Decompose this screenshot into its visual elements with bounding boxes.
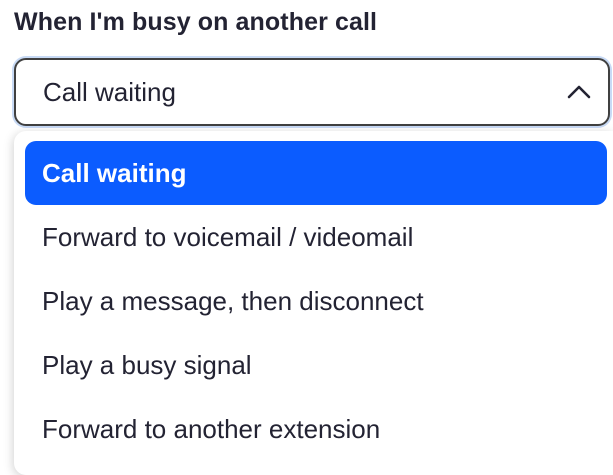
field-label: When I'm busy on another call	[14, 8, 378, 36]
option-forward-to-extension[interactable]: Forward to another extension	[25, 397, 607, 461]
busy-call-select[interactable]: Call waiting	[14, 58, 610, 126]
busy-call-setting: When I'm busy on another call Call waiti…	[0, 0, 613, 475]
option-label: Forward to another extension	[42, 414, 381, 444]
option-label: Play a message, then disconnect	[42, 286, 424, 316]
dropdown-menu: Call waiting Forward to voicemail / vide…	[14, 131, 613, 475]
option-call-waiting[interactable]: Call waiting	[25, 141, 607, 205]
select-current-value: Call waiting	[43, 77, 176, 107]
option-label: Play a busy signal	[42, 350, 252, 380]
chevron-up-icon	[567, 85, 591, 99]
option-label: Forward to voicemail / videomail	[42, 222, 414, 252]
option-play-busy-signal[interactable]: Play a busy signal	[25, 333, 607, 397]
option-label: Call waiting	[42, 158, 187, 188]
option-forward-to-voicemail[interactable]: Forward to voicemail / videomail	[25, 205, 607, 269]
option-play-message-disconnect[interactable]: Play a message, then disconnect	[25, 269, 607, 333]
